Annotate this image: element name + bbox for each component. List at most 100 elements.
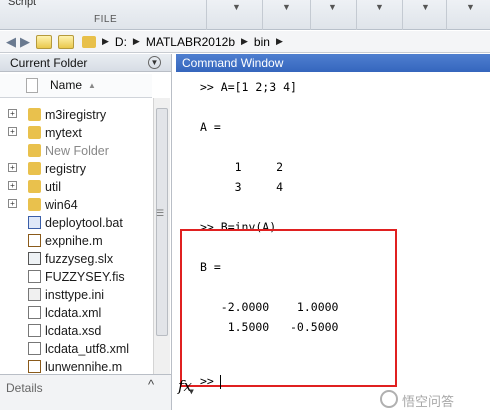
file-icon bbox=[28, 252, 41, 265]
dropdown-arrow-icon[interactable]: ▼ bbox=[232, 2, 241, 12]
scrollbar-thumb[interactable] bbox=[156, 108, 168, 336]
expand-icon[interactable]: + bbox=[8, 127, 17, 136]
dropdown-arrow-icon[interactable]: ▼ bbox=[466, 2, 475, 12]
file-name-label: m3iregistry bbox=[45, 108, 107, 122]
back-arrow-icon[interactable]: ◀ bbox=[6, 34, 16, 50]
folder-icon bbox=[28, 126, 41, 139]
toolstrip-divider bbox=[356, 0, 357, 30]
folder-icon bbox=[28, 144, 41, 157]
up-folder-icon[interactable] bbox=[36, 34, 52, 49]
file-icon bbox=[28, 342, 41, 355]
file-name-label: lcdata.xml bbox=[45, 306, 102, 320]
file-list-item[interactable]: insttype.ini bbox=[0, 286, 152, 304]
file-icon bbox=[28, 360, 41, 373]
folder-icon bbox=[82, 35, 96, 48]
vertical-scrollbar[interactable]: ☰ bbox=[153, 98, 170, 410]
file-list-item[interactable]: FUZZYSEY.fis bbox=[0, 268, 152, 286]
file-name-label: lcdata_utf8.xml bbox=[45, 342, 130, 356]
column-header[interactable]: Name ▲ bbox=[0, 74, 152, 98]
file-list-item[interactable]: lcdata_utf8.xml bbox=[0, 340, 152, 358]
file-name-label: fuzzyseg.slx bbox=[45, 252, 114, 266]
file-icon bbox=[28, 216, 41, 229]
chevron-right-icon: ▶ bbox=[102, 36, 109, 46]
file-name-label: win64 bbox=[45, 198, 78, 212]
text-cursor bbox=[220, 375, 221, 389]
file-icon bbox=[28, 324, 41, 337]
output-line: 1 2 bbox=[200, 160, 284, 174]
toolstrip-divider bbox=[310, 0, 311, 30]
current-folder-title-bar: Current Folder ▼ bbox=[0, 54, 171, 72]
dropdown-arrow-icon[interactable]: ▼ bbox=[328, 2, 337, 12]
file-list-item[interactable]: lcdata.xml bbox=[0, 304, 152, 322]
file-list-item[interactable]: + win64 bbox=[0, 196, 152, 214]
watermark-text: 悟空问答 bbox=[402, 394, 455, 409]
breadcrumb-bin[interactable]: bin bbox=[254, 35, 270, 49]
prompt-line[interactable]: >> bbox=[200, 374, 221, 388]
script-tab-label[interactable]: Script bbox=[8, 0, 36, 8]
file-name-label: util bbox=[45, 180, 61, 194]
toolstrip-divider bbox=[446, 0, 447, 30]
file-name-label: lunwennihe.m bbox=[45, 360, 123, 374]
file-section-label: FILE bbox=[94, 14, 118, 25]
details-label: Details bbox=[6, 381, 43, 395]
file-name-label: insttype.ini bbox=[45, 288, 105, 302]
chevron-right-icon[interactable]: ▶ bbox=[133, 36, 140, 47]
file-list-item[interactable]: deploytool.bat bbox=[0, 214, 152, 232]
file-list-item[interactable]: expnihe.m bbox=[0, 232, 152, 250]
file-type-icon bbox=[26, 78, 38, 93]
file-icon bbox=[28, 306, 41, 319]
chevron-down-icon[interactable]: ▼ bbox=[189, 387, 194, 396]
folder-icon bbox=[28, 198, 41, 211]
file-name-label: mytext bbox=[45, 126, 82, 140]
chevron-right-icon[interactable]: ▶ bbox=[241, 36, 248, 47]
folder-icon bbox=[28, 180, 41, 193]
expand-icon[interactable]: + bbox=[8, 109, 17, 118]
command-window[interactable]: Command Window >> A=[1 2;3 4] A = 1 2 3 … bbox=[176, 54, 490, 410]
folder-icon bbox=[28, 162, 41, 175]
address-bar: ◀ ▶ ▶ D: ▶ MATLABR2012b ▶ bin ▶ bbox=[0, 31, 490, 53]
expand-icon[interactable]: + bbox=[8, 163, 17, 172]
panel-options-icon[interactable]: ▼ bbox=[148, 56, 161, 69]
file-list-item[interactable]: + util bbox=[0, 178, 152, 196]
chevron-up-icon[interactable]: ^ bbox=[148, 377, 154, 392]
file-name-label: registry bbox=[45, 162, 86, 176]
file-icon bbox=[28, 270, 41, 283]
panel-title: Current Folder bbox=[10, 56, 88, 70]
output-line: 3 4 bbox=[200, 180, 284, 194]
breadcrumb-matlab[interactable]: MATLABR2012b bbox=[146, 35, 235, 49]
command-line: >> A=[1 2;3 4] bbox=[200, 80, 297, 94]
dropdown-arrow-icon[interactable]: ▼ bbox=[375, 2, 384, 12]
expand-icon[interactable]: + bbox=[8, 181, 17, 190]
toolstrip: Script FILE ▼ ▼ ▼ ▼ ▼ ▼ bbox=[0, 0, 490, 30]
toolstrip-divider bbox=[262, 0, 263, 30]
dropdown-arrow-icon[interactable]: ▼ bbox=[282, 2, 291, 12]
highlight-box bbox=[180, 229, 397, 387]
file-name-label: FUZZYSEY.fis bbox=[45, 270, 125, 284]
details-panel[interactable]: Details ^ bbox=[0, 374, 171, 410]
browse-folder-icon[interactable] bbox=[58, 34, 74, 49]
command-window-body[interactable]: >> A=[1 2;3 4] A = 1 2 3 4 >> B=inv(A) B… bbox=[176, 74, 490, 410]
watermark-logo-icon bbox=[380, 390, 398, 408]
toolstrip-divider bbox=[206, 0, 207, 30]
file-name-label: deploytool.bat bbox=[45, 216, 123, 230]
file-name-label: expnihe.m bbox=[45, 234, 103, 248]
column-name-label: Name bbox=[50, 78, 83, 92]
command-window-title: Command Window bbox=[176, 54, 490, 72]
file-list-item[interactable]: New Folder bbox=[0, 142, 152, 160]
breadcrumb-drive[interactable]: D: bbox=[115, 35, 127, 49]
file-icon bbox=[28, 288, 41, 301]
file-list-item[interactable]: lcdata.xsd bbox=[0, 322, 152, 340]
file-list-item[interactable]: + mytext bbox=[0, 124, 152, 142]
expand-icon[interactable]: + bbox=[8, 199, 17, 208]
folder-icon bbox=[28, 108, 41, 121]
file-list-item[interactable]: fuzzyseg.slx bbox=[0, 250, 152, 268]
chevron-right-icon[interactable]: ▶ bbox=[276, 36, 283, 47]
forward-arrow-icon[interactable]: ▶ bbox=[20, 34, 30, 50]
file-name-label: New Folder bbox=[45, 144, 109, 158]
sort-ascending-icon: ▲ bbox=[88, 81, 96, 90]
file-icon bbox=[28, 234, 41, 247]
file-list-item[interactable]: + registry bbox=[0, 160, 152, 178]
output-line: A = bbox=[200, 120, 221, 134]
file-list-item[interactable]: + m3iregistry bbox=[0, 106, 152, 124]
dropdown-arrow-icon[interactable]: ▼ bbox=[421, 2, 430, 12]
